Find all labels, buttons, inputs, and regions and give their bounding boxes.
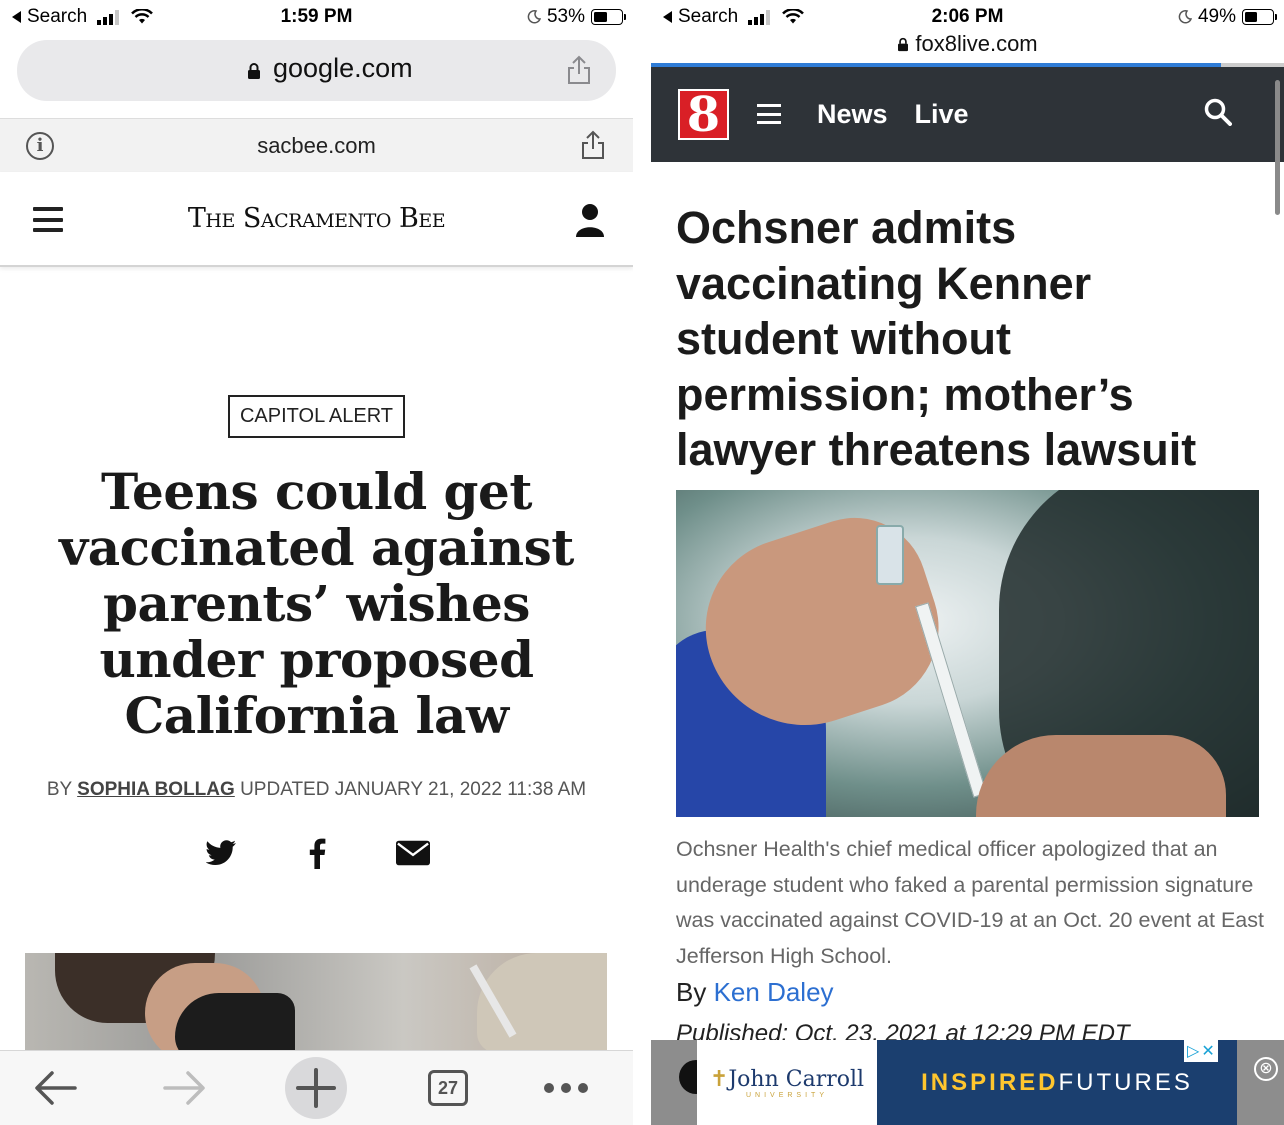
article-headline: Ochsner admits vaccinating Kenner studen… <box>676 202 1197 475</box>
site-nav: News Live <box>817 99 969 130</box>
ad-advertiser-sub: UNIVERSITY <box>745 1091 828 1099</box>
moon-icon <box>527 10 541 24</box>
adchoices-icon[interactable]: ▷ ✕ <box>1184 1040 1218 1062</box>
plus-icon[interactable] <box>285 1057 347 1119</box>
article-headline: Teens could get vaccinated against paren… <box>59 462 574 745</box>
share-icon[interactable] <box>581 130 605 160</box>
site-header: 8 News Live <box>651 67 1284 162</box>
email-icon[interactable] <box>395 836 430 870</box>
tabs-icon[interactable]: 27 <box>426 1065 470 1111</box>
battery-icon <box>1242 9 1277 25</box>
ad-advertiser-logo: ✝John Carroll UNIVERSITY <box>697 1040 877 1125</box>
search-icon[interactable] <box>1204 98 1232 126</box>
section-label[interactable]: CAPITOL ALERT <box>228 395 405 438</box>
fox8-browser-panel: Search 2:06 PM 49% fox8live.com 8 News L… <box>651 0 1284 1125</box>
site-domain: sacbee.com <box>257 133 376 158</box>
forward-arrow-icon[interactable] <box>160 1065 210 1111</box>
site-header: The Sacramento Bee <box>0 172 633 267</box>
author-link[interactable]: Ken Daley <box>714 977 834 1007</box>
panel-divider <box>633 0 651 1125</box>
image-caption: Ochsner Health's chief medical officer a… <box>676 837 1264 968</box>
tab-count: 27 <box>428 1070 468 1106</box>
author-link[interactable]: SOPHIA BOLLAG <box>77 779 235 800</box>
lock-icon <box>248 63 260 79</box>
battery-icon <box>591 9 626 25</box>
article-image <box>25 953 607 1053</box>
byline-prefix: By <box>676 977 707 1007</box>
address-bar[interactable]: fox8live.com <box>651 31 1284 57</box>
back-arrow-icon[interactable] <box>30 1065 80 1111</box>
status-bar: Search 2:06 PM 49% <box>651 0 1284 34</box>
facebook-icon[interactable] <box>300 836 334 870</box>
ad-advertiser-text: John Carroll <box>728 1066 865 1092</box>
address-domain: fox8live.com <box>915 31 1038 56</box>
sacbee-browser-panel: Search 1:59 PM 53% google.com i sacbee.c… <box>0 0 633 1125</box>
byline: By Ken Daley <box>676 977 834 1008</box>
battery-group: 49% <box>1178 6 1277 28</box>
site-logo[interactable]: The Sacramento Bee <box>0 203 633 234</box>
article-image <box>676 490 1259 817</box>
twitter-icon[interactable] <box>204 836 238 870</box>
more-icon[interactable] <box>540 1065 592 1111</box>
ad-tagline-bold: INSPIRED <box>921 1068 1059 1096</box>
byline: BY SOPHIA BOLLAG UPDATED JANUARY 21, 202… <box>0 779 633 801</box>
menu-icon[interactable] <box>757 104 781 124</box>
updated-date: UPDATED JANUARY 21, 2022 11:38 AM <box>240 779 587 800</box>
share-icon[interactable] <box>566 55 592 85</box>
scrollbar[interactable] <box>1275 80 1280 215</box>
status-bar: Search 1:59 PM 53% <box>0 0 633 34</box>
battery-percent: 49% <box>1197 6 1236 27</box>
ad-tagline: INSPIRED FUTURES <box>877 1040 1237 1125</box>
address-bar[interactable]: google.com <box>17 40 616 101</box>
share-buttons <box>0 836 633 870</box>
ad-banner[interactable]: ✝John Carroll UNIVERSITY INSPIRED FUTURES… <box>651 1040 1284 1125</box>
station-logo[interactable]: 8 <box>678 89 729 140</box>
inapp-site-bar: i sacbee.com <box>0 118 633 172</box>
address-domain: google.com <box>273 53 413 83</box>
moon-icon <box>1178 10 1192 24</box>
lock-icon <box>898 37 909 51</box>
browser-toolbar: 27 <box>0 1050 633 1125</box>
nav-news[interactable]: News <box>817 99 888 130</box>
byline-prefix: BY <box>46 779 72 800</box>
battery-group: 53% <box>527 6 626 28</box>
battery-percent: 53% <box>546 6 585 27</box>
close-ad-icon[interactable]: ⊗ <box>1254 1057 1278 1081</box>
user-icon[interactable] <box>574 202 606 238</box>
ad-advertiser-name: ✝John Carroll <box>709 1066 865 1092</box>
nav-live[interactable]: Live <box>915 99 969 130</box>
ad-tagline-rest: FUTURES <box>1058 1068 1193 1096</box>
ad-creative[interactable]: ✝John Carroll UNIVERSITY INSPIRED FUTURES <box>697 1040 1237 1125</box>
